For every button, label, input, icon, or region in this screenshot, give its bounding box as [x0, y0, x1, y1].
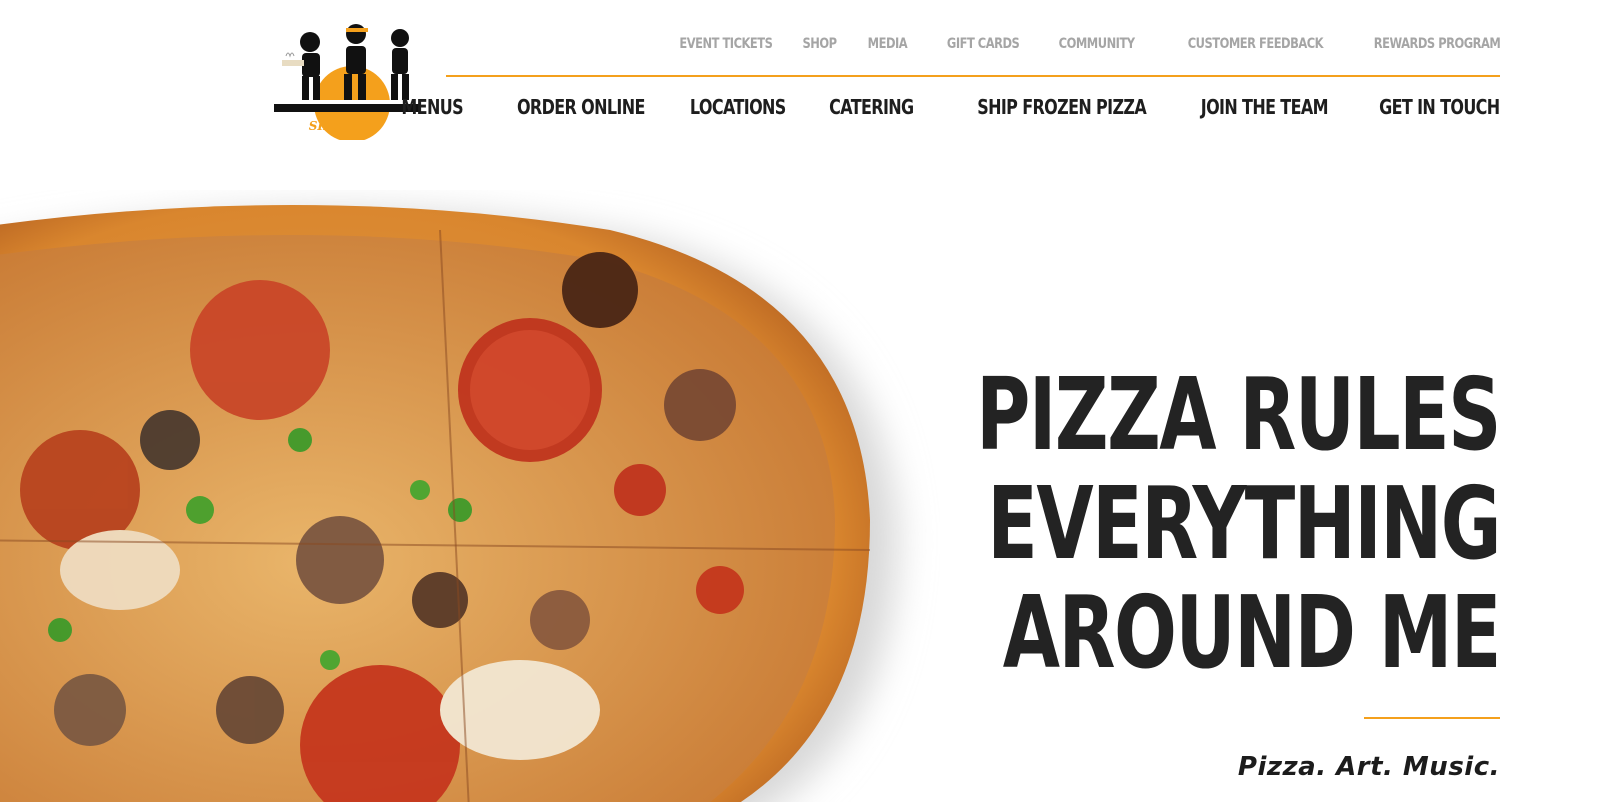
main-nav-menus[interactable]: MENUS	[401, 95, 463, 119]
main-nav-ship-frozen-pizza[interactable]: SHIP FROZEN PIZZA	[978, 95, 1148, 119]
main-nav: MENUS ORDER ONLINE LOCATIONS CATERING SH…	[386, 95, 1501, 119]
utility-nav: EVENT TICKETS SHOP MEDIA GIFT CARDS COMM…	[659, 36, 1501, 52]
util-nav-community[interactable]: COMMUNITY	[1059, 36, 1135, 52]
main-nav-catering[interactable]: CATERING	[829, 95, 914, 119]
util-nav-customer-feedback[interactable]: CUSTOMER FEEDBACK	[1187, 36, 1323, 52]
nav-divider	[446, 75, 1500, 77]
hero-headline-line-2: EVERYTHING	[987, 465, 1501, 582]
hero-headline-line-3: AROUND ME	[1002, 574, 1502, 691]
hero-divider	[1364, 717, 1500, 719]
character-right-icon	[391, 29, 409, 100]
main-nav-get-in-touch[interactable]: GET IN TOUCH	[1380, 95, 1501, 119]
brand-logo[interactable]: SH × RPE	[272, 20, 432, 140]
util-nav-gift-cards[interactable]: GIFT CARDS	[947, 36, 1020, 52]
util-nav-event-tickets[interactable]: EVENT TICKETS	[679, 36, 772, 52]
util-nav-media[interactable]: MEDIA	[868, 36, 908, 52]
character-left-icon	[282, 32, 320, 100]
logo-text: SH × RPE	[309, 119, 376, 133]
util-nav-shop[interactable]: SHOP	[802, 36, 837, 52]
hero-headline: PIZZA RULES EVERYTHING AROUND ME	[780, 356, 1502, 691]
main-nav-order-online[interactable]: ORDER ONLINE	[516, 95, 644, 119]
main-nav-join-the-team[interactable]: JOIN THE TEAM	[1200, 95, 1328, 119]
hero-headline-line-1: PIZZA RULES	[976, 356, 1501, 473]
util-nav-rewards-program[interactable]: REWARDS PROGRAM	[1373, 36, 1500, 52]
main-nav-locations[interactable]: LOCATIONS	[690, 95, 786, 119]
hero-tagline: Pizza. Art. Music.	[1237, 752, 1500, 782]
